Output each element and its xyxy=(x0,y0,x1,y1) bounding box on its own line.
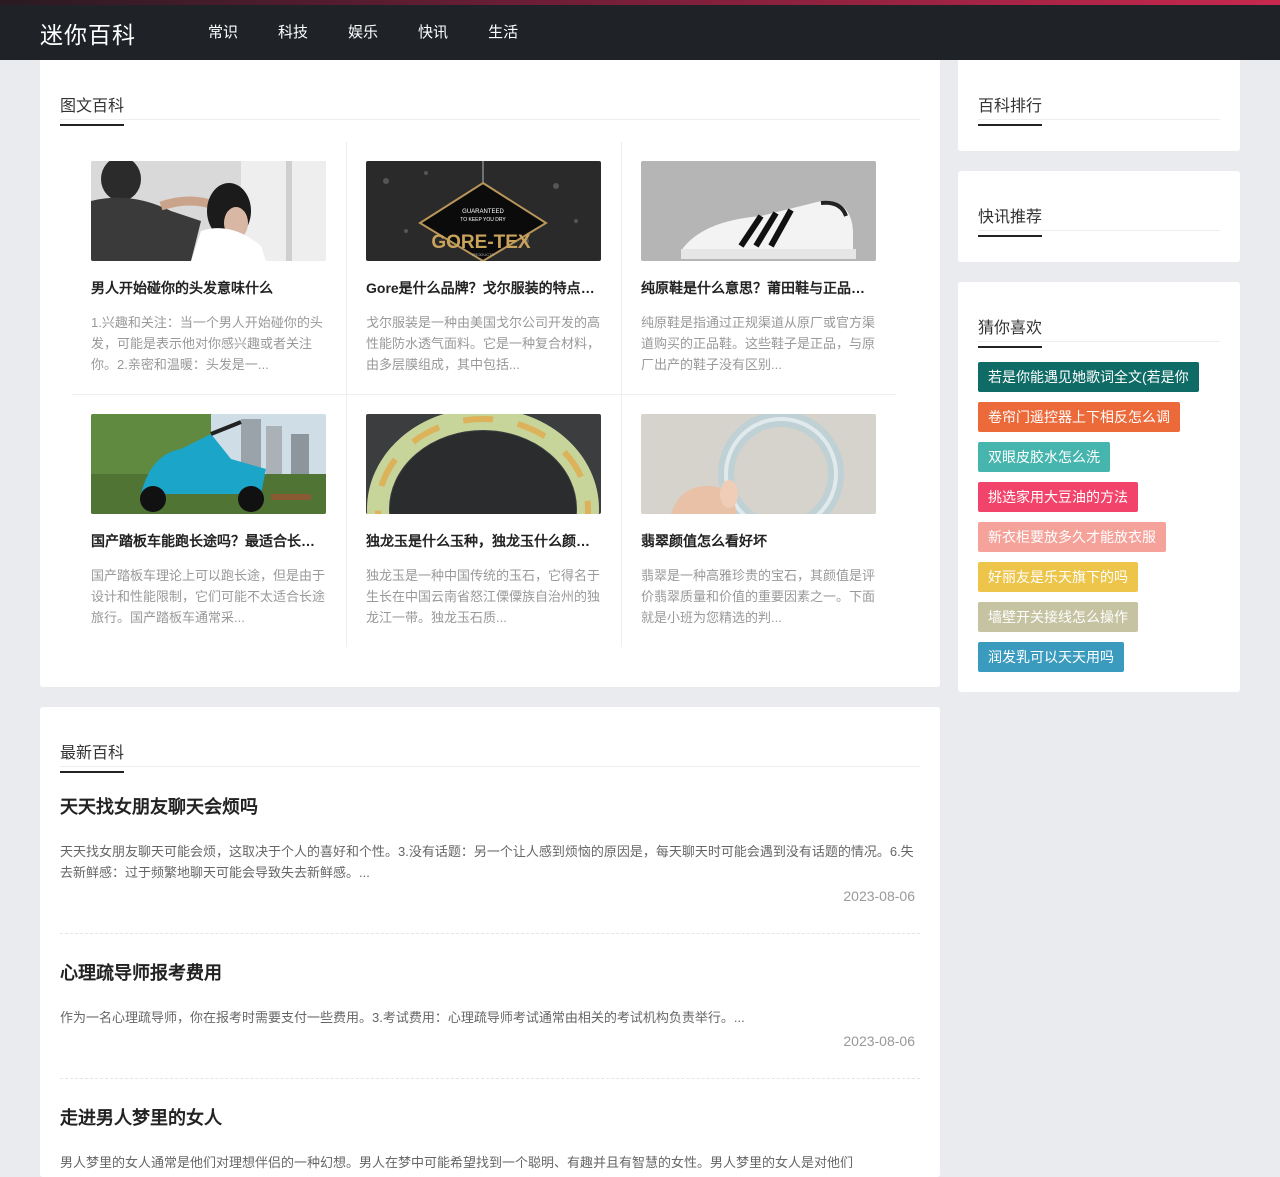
picture-card[interactable]: 纯原鞋是什么意思？莆田鞋与正品的区别 纯原鞋是指通过正规渠道从原厂或官方渠道购买… xyxy=(622,142,897,394)
tag-list: 若是你能遇见她歌词全文(若是你 卷帘门遥控器上下相反怎么调 双眼皮胶水怎么洗 挑… xyxy=(978,362,1199,682)
picture-section-card: 图文百科 男人开始碰你的头发意味什么 1.兴趣和关注：当一个男人开始碰你的头发，… xyxy=(40,60,940,687)
guess-card: 猜你喜欢 若是你能遇见她歌词全文(若是你 卷帘门遥控器上下相反怎么调 双眼皮胶水… xyxy=(958,282,1240,692)
article-item[interactable]: 走进男人梦里的女人 男人梦里的女人通常是他们对理想伴侣的一种幻想。男人在梦中可能… xyxy=(60,1104,920,1174)
section-title: 快讯推荐 xyxy=(978,203,1043,237)
tag-link[interactable]: 若是你能遇见她歌词全文(若是你 xyxy=(978,362,1199,392)
top-accent-bar xyxy=(0,0,1280,5)
article-title[interactable]: 心理疏导师报考费用 xyxy=(60,959,920,985)
sneaker-photo[interactable] xyxy=(641,161,876,261)
nav-item-kuaixun[interactable]: 快讯 xyxy=(418,21,448,42)
picture-card-title[interactable]: 独龙玉是什么玉种，独龙玉什么颜色最好 xyxy=(366,531,601,551)
goretex-tag-line1: GUARANTEED xyxy=(462,209,504,215)
tag-link[interactable]: 好丽友是乐天旗下的吗 xyxy=(978,562,1138,592)
picture-card[interactable]: 国产踏板车能跑长途吗？最适合长途的踏板车 国产踏板车理论上可以跑长途，但是由于设… xyxy=(72,395,347,647)
tag-link[interactable]: 双眼皮胶水怎么洗 xyxy=(978,442,1110,472)
picture-card-desc: 戈尔服装是一种由美国戈尔公司开发的高性能防水透气面料。它是一种复合材料，由多层膜… xyxy=(366,315,601,372)
couple-hair-photo[interactable] xyxy=(91,161,326,261)
section-title: 图文百科 xyxy=(60,92,125,126)
picture-card-title[interactable]: Gore是什么品牌？戈尔服装的特点是什么 xyxy=(366,278,601,298)
section-header: 猜你喜欢 xyxy=(978,302,1220,348)
article-date: 2023-08-06 xyxy=(843,1033,915,1049)
section-title: 最新百科 xyxy=(60,739,125,773)
nav-item-keji[interactable]: 科技 xyxy=(278,21,308,42)
picture-card-desc: 纯原鞋是指通过正规渠道从原厂或官方渠道购买的正品鞋。这些鞋子是正品，与原厂出产的… xyxy=(641,315,876,372)
article-title[interactable]: 走进男人梦里的女人 xyxy=(60,1104,920,1130)
picture-card[interactable]: 独龙玉是什么玉种，独龙玉什么颜色最好 独龙玉是一种中国传统的玉石，它得名于生长在… xyxy=(347,395,622,647)
article-desc: 男人梦里的女人通常是他们对理想伴侣的一种幻想。男人在梦中可能希望找到一个聪明、有… xyxy=(60,1155,854,1170)
latest-section-card: 最新百科 天天找女朋友聊天会烦吗 天天找女朋友聊天可能会烦，这取决于个人的喜好和… xyxy=(40,707,940,1177)
picture-card-title[interactable]: 纯原鞋是什么意思？莆田鞋与正品的区别 xyxy=(641,278,876,298)
section-header: 最新百科 xyxy=(60,727,920,773)
tag-link[interactable]: 润发乳可以天天用吗 xyxy=(978,642,1124,672)
article-item[interactable]: 心理疏导师报考费用 作为一名心理疏导师，你在报考时需要支付一些费用。3.考试费用… xyxy=(60,959,920,1059)
nav-item-changshi[interactable]: 常识 xyxy=(208,21,238,42)
nav-item-yule[interactable]: 娱乐 xyxy=(348,21,378,42)
section-header: 快讯推荐 xyxy=(978,191,1220,237)
section-title: 猜你喜欢 xyxy=(978,314,1043,348)
nav-item-shenghuo[interactable]: 生活 xyxy=(488,21,518,42)
goretex-tag-line2: TO KEEP YOU DRY xyxy=(460,217,506,223)
picture-card[interactable]: 男人开始碰你的头发意味什么 1.兴趣和关注：当一个男人开始碰你的头发，可能是表示… xyxy=(72,142,347,394)
goretex-tag-brand: GORE-TEX xyxy=(431,232,531,253)
article-date: 2023-08-06 xyxy=(843,888,915,904)
picture-card-title[interactable]: 男人开始碰你的头发意味什么 xyxy=(91,278,326,298)
picture-card-title[interactable]: 国产踏板车能跑长途吗？最适合长途的踏板车 xyxy=(91,531,326,551)
site-logo[interactable]: 迷你百科 xyxy=(40,16,136,50)
article-item[interactable]: 天天找女朋友聊天会烦吗 天天找女朋友聊天可能会烦，这取决于个人的喜好和个性。3.… xyxy=(60,793,920,913)
tag-link[interactable]: 挑选家用大豆油的方法 xyxy=(978,482,1138,512)
tag-link[interactable]: 墙壁开关接线怎么操作 xyxy=(978,602,1138,632)
tag-link[interactable]: 新衣柜要放多久才能放衣服 xyxy=(978,522,1166,552)
top-navbar: 迷你百科 常识 科技 娱乐 快讯 生活 xyxy=(0,0,1280,60)
news-card: 快讯推荐 xyxy=(958,171,1240,262)
picture-card-desc: 独龙玉是一种中国传统的玉石，它得名于生长在中国云南省怒江傈僳族自治州的独龙江一带… xyxy=(366,568,601,625)
article-desc: 作为一名心理疏导师，你在报考时需要支付一些费用。3.考试费用：心理疏导师考试通常… xyxy=(60,1010,745,1025)
article-title[interactable]: 天天找女朋友聊天会烦吗 xyxy=(60,793,920,819)
goretex-tag-photo[interactable]: GUARANTEED TO KEEP YOU DRY GORE-TEX PROD… xyxy=(366,161,601,261)
picture-card-title[interactable]: 翡翠颜值怎么看好坏 xyxy=(641,531,876,551)
jade-bracelet-hand-photo[interactable] xyxy=(641,414,876,514)
section-header: 百科排行 xyxy=(978,80,1220,126)
scooter-photo[interactable] xyxy=(91,414,326,514)
picture-card-desc: 翡翠是一种高雅珍贵的宝石，其颜值是评价翡翠质量和价值的重要因素之一。下面就是小班… xyxy=(641,568,876,625)
main-nav: 常识 科技 娱乐 快讯 生活 xyxy=(208,21,558,42)
picture-card-desc: 国产踏板车理论上可以跑长途，但是由于设计和性能限制，它们可能不太适合长途旅行。国… xyxy=(91,568,326,625)
section-header: 图文百科 xyxy=(60,80,920,126)
picture-card-desc: 1.兴趣和关注：当一个男人开始碰你的头发，可能是表示他对你感兴趣或者关注你。2.… xyxy=(91,315,323,372)
article-desc: 天天找女朋友聊天可能会烦，这取决于个人的喜好和个性。3.没有话题：另一个让人感到… xyxy=(60,844,914,880)
goretex-tag-sub: PRODUCTS xyxy=(472,252,495,257)
jade-bangle-photo[interactable] xyxy=(366,414,601,514)
picture-card[interactable]: 翡翠颜值怎么看好坏 翡翠是一种高雅珍贵的宝石，其颜值是评价翡翠质量和价值的重要因… xyxy=(622,395,897,647)
ranking-card: 百科排行 xyxy=(958,60,1240,151)
picture-card[interactable]: GUARANTEED TO KEEP YOU DRY GORE-TEX PROD… xyxy=(347,142,622,394)
tag-link[interactable]: 卷帘门遥控器上下相反怎么调 xyxy=(978,402,1180,432)
section-title: 百科排行 xyxy=(978,92,1043,126)
